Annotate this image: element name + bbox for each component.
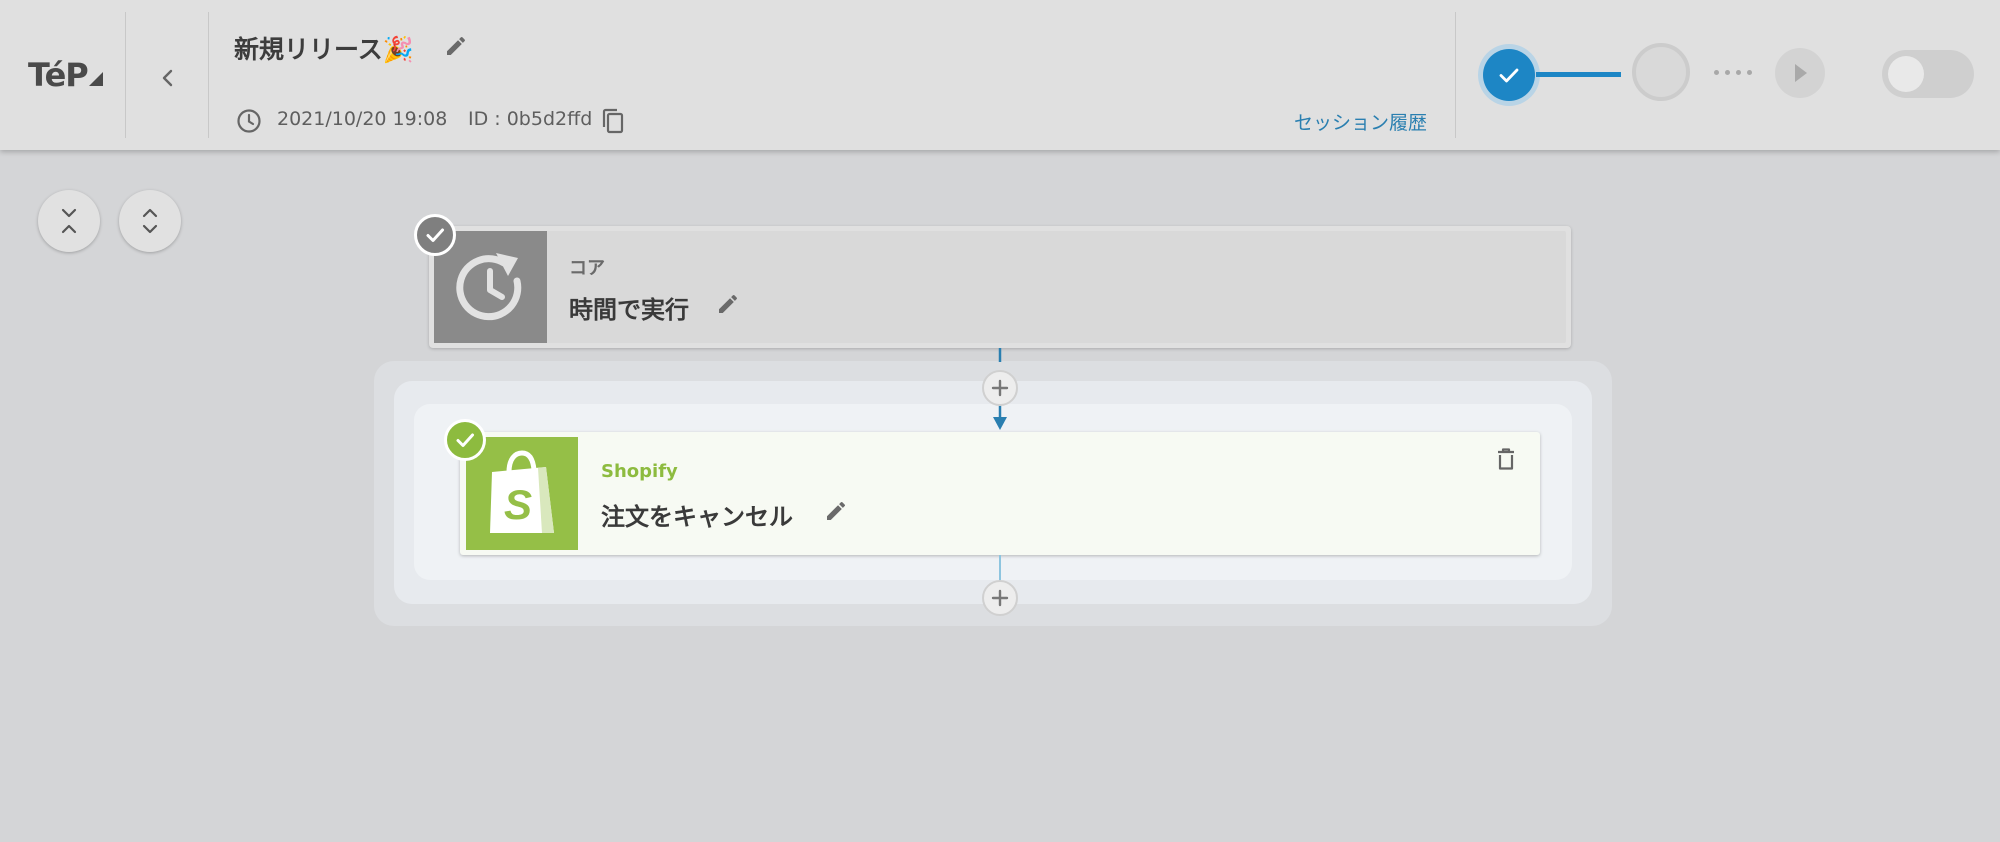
app-logo[interactable]: TéP bbox=[28, 56, 103, 94]
expand-all-icon bbox=[142, 208, 158, 234]
plus-icon bbox=[991, 589, 1009, 607]
action-step-card[interactable] bbox=[460, 432, 1540, 555]
edit-trigger-name-button[interactable] bbox=[716, 292, 740, 316]
edit-title-button[interactable] bbox=[444, 34, 468, 58]
collapse-all-icon bbox=[61, 208, 77, 234]
pencil-icon bbox=[447, 36, 465, 55]
logo-text: TéP bbox=[28, 56, 89, 94]
expand-all-button[interactable] bbox=[119, 190, 181, 252]
back-button[interactable] bbox=[150, 60, 186, 96]
pencil-icon bbox=[719, 294, 737, 313]
action-name: 注文をキャンセル bbox=[601, 503, 793, 531]
plus-icon bbox=[991, 379, 1009, 397]
pencil-icon bbox=[827, 501, 845, 520]
play-icon bbox=[1795, 64, 1807, 82]
svg-text:S: S bbox=[504, 481, 532, 528]
copy-id-button[interactable] bbox=[600, 107, 626, 135]
trigger-status-badge bbox=[414, 214, 456, 256]
step-dots bbox=[1714, 70, 1760, 76]
toggle-knob bbox=[1888, 56, 1924, 92]
chevron-left-icon bbox=[162, 69, 173, 87]
copy-icon bbox=[602, 108, 624, 134]
flow-id: ID : 0b5d2ffd bbox=[468, 108, 593, 130]
created-timestamp: 2021/10/20 19:08 bbox=[277, 108, 448, 130]
collapse-all-button[interactable] bbox=[38, 190, 100, 252]
app-header: TéP 新規リリース🎉 2021/10/20 19:08 ID : 0b5d2f… bbox=[0, 0, 2000, 150]
action-status-badge bbox=[444, 419, 486, 461]
trash-icon bbox=[1498, 448, 1514, 470]
delete-step-button[interactable] bbox=[1494, 446, 1518, 472]
add-step-button[interactable] bbox=[982, 580, 1018, 616]
divider bbox=[208, 12, 209, 138]
run-button[interactable] bbox=[1775, 48, 1825, 98]
trigger-name: 時間で実行 bbox=[569, 296, 689, 324]
step-connector-line bbox=[1536, 72, 1621, 77]
check-icon bbox=[426, 228, 444, 242]
divider bbox=[1455, 12, 1456, 138]
session-history-link[interactable]: セッション履歴 bbox=[1294, 108, 1427, 135]
divider bbox=[125, 12, 126, 138]
clock-icon bbox=[236, 108, 262, 134]
check-icon bbox=[1499, 68, 1519, 83]
add-step-button[interactable] bbox=[982, 370, 1018, 406]
edit-action-name-button[interactable] bbox=[824, 499, 848, 523]
trigger-category: コア bbox=[569, 258, 605, 279]
flow-title[interactable]: 新規リリース🎉 bbox=[234, 30, 414, 66]
check-icon bbox=[456, 433, 474, 447]
logo-triangle-icon bbox=[88, 72, 103, 86]
enable-toggle[interactable] bbox=[1882, 50, 1974, 98]
action-category: Shopify bbox=[601, 461, 678, 482]
trigger-step-card[interactable] bbox=[429, 226, 1571, 348]
step-complete-indicator[interactable] bbox=[1483, 49, 1535, 101]
trigger-card-body bbox=[434, 231, 1566, 343]
step-pending-indicator[interactable] bbox=[1632, 43, 1690, 101]
